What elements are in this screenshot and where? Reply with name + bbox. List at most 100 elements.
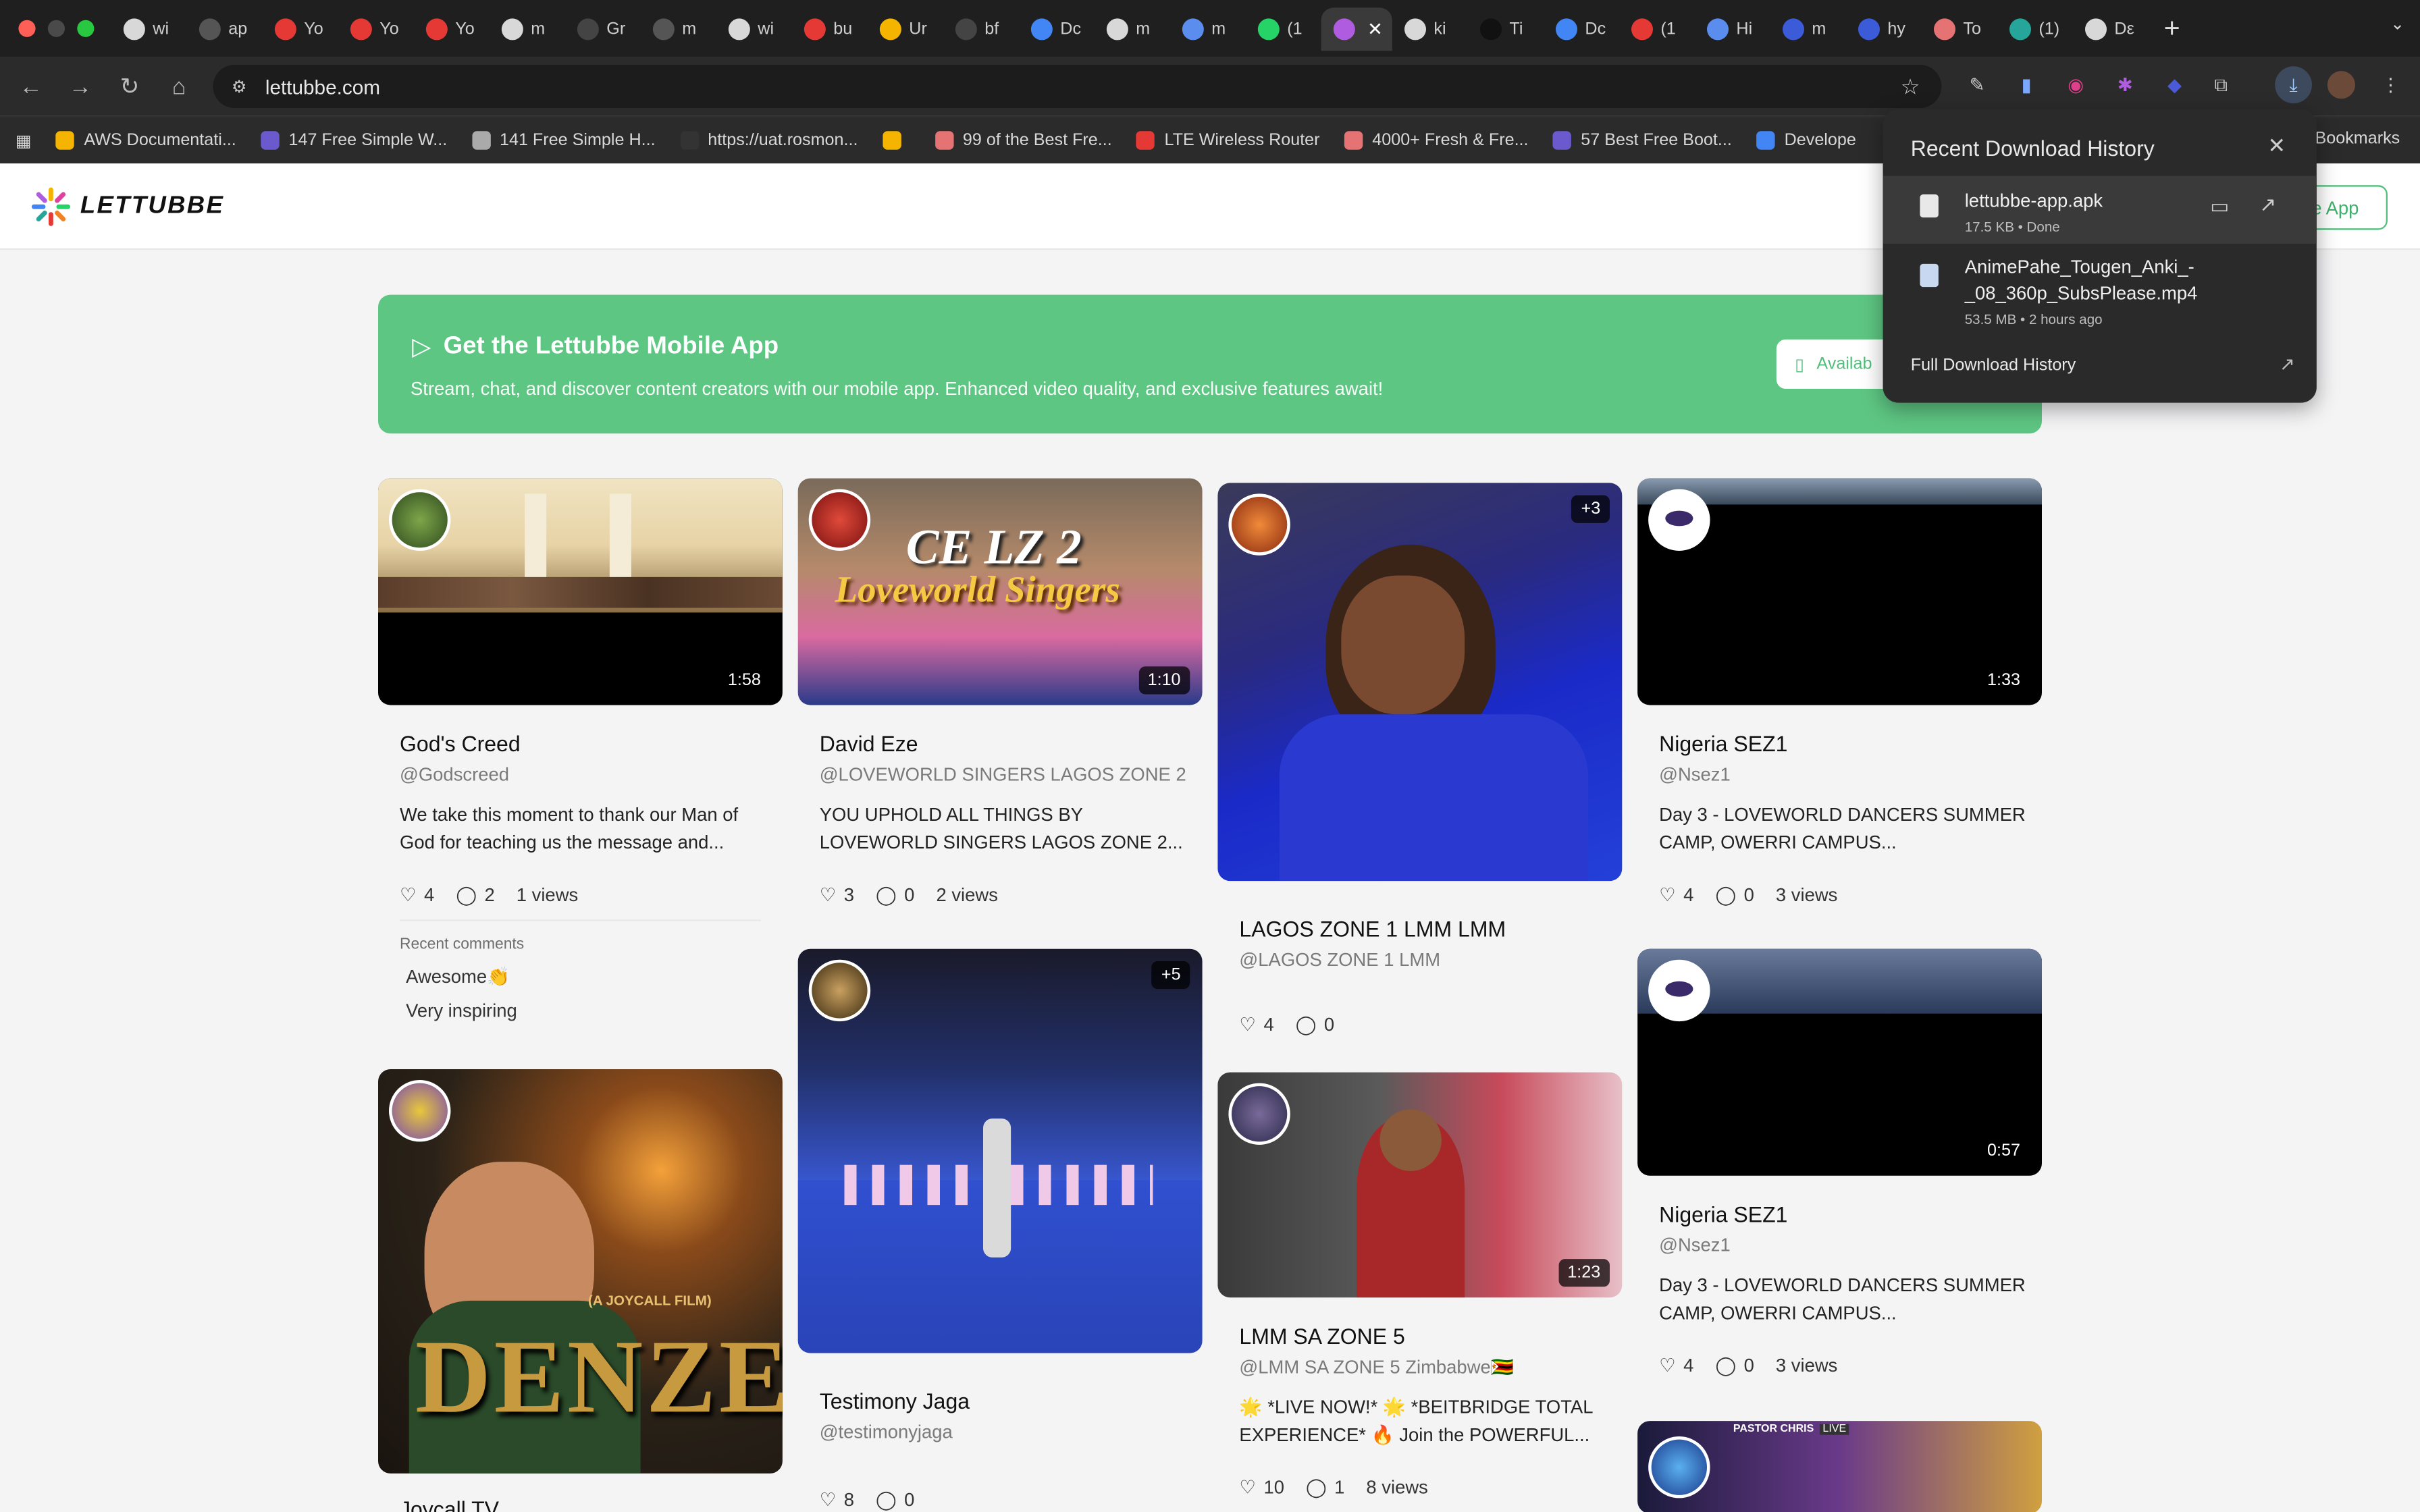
extensions-puzzle-icon[interactable]: ⧉ [2207, 71, 2235, 99]
close-tab-icon[interactable]: ✕ [1367, 18, 1383, 39]
channel-handle[interactable]: @testimonyjaga [820, 1421, 970, 1442]
ublock-extension-icon[interactable]: ◉ [2062, 71, 2090, 99]
site-logo[interactable]: LETTUBBE [31, 187, 224, 227]
bookmark-item[interactable]: AWS Documentati... [44, 131, 248, 150]
available-button[interactable]: ▯ Availab [1776, 339, 1900, 389]
browser-tab[interactable]: Yo [338, 7, 414, 50]
bookmark-item[interactable]: 99 of the Best Fre... [923, 131, 1125, 150]
extension-icon[interactable]: ◆ [2161, 71, 2188, 99]
like-button[interactable]: ♡ 4 [1239, 1014, 1273, 1035]
like-button[interactable]: ♡ 10 [1239, 1476, 1284, 1498]
browser-tab[interactable]: Dc [1019, 7, 1095, 50]
video-thumbnail[interactable]: +3 [1217, 483, 1623, 882]
comment-button[interactable]: ◯ 0 [876, 884, 914, 906]
bookmark-item[interactable]: https://uat.rosmon... [668, 131, 870, 150]
minimize-window-button[interactable] [47, 20, 65, 37]
full-download-history-link[interactable]: Full Download History [1911, 356, 2076, 375]
browser-tab[interactable]: hy [1846, 7, 1922, 50]
browser-tab[interactable]: m [641, 7, 716, 50]
channel-avatar[interactable] [1228, 1083, 1290, 1145]
browser-tab[interactable]: ki [1392, 7, 1468, 50]
browser-tab[interactable]: ap [187, 7, 263, 50]
lettubbe-extension-icon[interactable]: ✱ [2111, 71, 2139, 99]
new-tab-button[interactable]: + [2164, 12, 2180, 45]
like-button[interactable]: ♡ 4 [1659, 1355, 1693, 1376]
video-title[interactable]: Nigeria SEZ1 [1659, 1202, 2030, 1227]
video-title[interactable]: God's Creed [400, 731, 770, 756]
open-external-icon[interactable]: ↗ [2280, 353, 2295, 375]
bookmark-star-icon[interactable]: ☆ [1901, 74, 1920, 100]
close-window-button[interactable] [18, 20, 36, 37]
forward-button[interactable]: → [55, 74, 105, 100]
channel-avatar[interactable] [1648, 489, 1710, 551]
back-button[interactable]: ← [6, 74, 55, 100]
browser-tab[interactable]: Dc [1544, 7, 1619, 50]
comment-button[interactable]: ◯ 0 [876, 1489, 914, 1511]
channel-avatar[interactable] [1648, 1436, 1710, 1498]
video-title[interactable]: Joycall TV [400, 1496, 499, 1512]
zoom-window-button[interactable] [77, 20, 95, 37]
browser-tab[interactable]: Yo [263, 7, 338, 50]
channel-avatar[interactable] [1648, 959, 1710, 1022]
like-button[interactable]: ♡ 4 [1659, 884, 1693, 906]
home-button[interactable]: ⌂ [155, 74, 204, 100]
channel-avatar[interactable] [389, 489, 451, 551]
tab-search-icon[interactable]: ⌄ [2390, 14, 2404, 34]
video-thumbnail[interactable]: 0:57 [1637, 948, 2043, 1176]
comment-button[interactable]: ◯ 2 [456, 884, 494, 906]
video-title[interactable]: Testimony Jaga [820, 1388, 970, 1413]
download-icon[interactable]: ⤓ [2275, 66, 2313, 104]
bookmark-item[interactable]: 141 Free Simple H... [460, 131, 668, 150]
like-button[interactable]: ♡ 8 [820, 1489, 854, 1511]
download-item[interactable]: lettubbe-app.apk 17.5 KB • Done ▭ ↗ [1883, 176, 2317, 244]
browser-tab[interactable]: Yo [414, 7, 490, 50]
browser-tab[interactable]: (1 [1246, 7, 1321, 50]
video-thumbnail[interactable]: 1:33 [1637, 478, 2043, 705]
channel-handle[interactable]: @Godscreed [400, 763, 770, 785]
profile-avatar[interactable] [2327, 71, 2356, 99]
video-thumbnail[interactable]: 1:23 [1217, 1072, 1623, 1298]
browser-tab[interactable]: wi [716, 7, 792, 50]
bookmark-item[interactable] [870, 131, 923, 150]
browser-tab[interactable]: Ur [868, 7, 943, 50]
like-button[interactable]: ♡ 4 [400, 884, 434, 906]
browser-tab[interactable]: Gr [565, 7, 641, 50]
video-title[interactable]: LAGOS ZONE 1 LMM LMM [1239, 917, 1506, 942]
browser-tab[interactable]: To [1922, 7, 1997, 50]
comment-button[interactable]: ◯ 0 [1296, 1014, 1334, 1035]
bookmark-item[interactable]: Develope [1744, 131, 1868, 150]
browser-tab[interactable]: bu [792, 7, 868, 50]
browser-tab[interactable]: m [1770, 7, 1846, 50]
browser-menu-icon[interactable]: ⋮ [2377, 71, 2404, 99]
comment-button[interactable]: ◯ 1 [1306, 1476, 1344, 1498]
browser-tab[interactable]: m [1170, 7, 1246, 50]
video-thumbnail[interactable]: +5 [797, 948, 1203, 1353]
browser-tab[interactable]: m [490, 7, 565, 50]
video-thumbnail[interactable]: PASTOR CHRIS LIVE [1637, 1421, 2043, 1512]
channel-avatar[interactable] [808, 959, 871, 1022]
browser-tab[interactable]: (1) [1997, 7, 2073, 50]
browser-tab[interactable]: Ti [1468, 7, 1544, 50]
channel-handle[interactable]: @LOVEWORLD SINGERS LAGOS ZONE 2 [820, 763, 1190, 785]
bookmark-item[interactable]: 147 Free Simple W... [248, 131, 460, 150]
browser-tab[interactable]: bf [943, 7, 1019, 50]
comment-button[interactable]: ◯ 0 [1715, 884, 1754, 906]
browser-tab[interactable]: Dε [2073, 7, 2149, 50]
channel-avatar[interactable] [808, 489, 871, 551]
browser-tab[interactable]: wi [111, 7, 187, 50]
browser-tab[interactable]: Hi [1695, 7, 1770, 50]
video-title[interactable]: David Eze [820, 731, 1190, 756]
close-icon[interactable]: ✕ [2267, 133, 2286, 159]
download-item[interactable]: AnimePahe_Tougen_Anki_- _08_360p_SubsPle… [1883, 248, 2317, 338]
site-info-icon[interactable]: ⚙ [232, 76, 247, 96]
channel-handle[interactable]: @Nsez1 [1659, 763, 2030, 785]
bookmark-item[interactable]: 4000+ Fresh & Fre... [1332, 131, 1541, 150]
browser-tab[interactable]: m [1095, 7, 1170, 50]
video-thumbnail[interactable]: CE LZ 2 Loveworld Singers 1:10 [797, 478, 1203, 705]
channel-avatar[interactable] [389, 1080, 451, 1142]
apps-grid-icon[interactable]: ▦ [0, 130, 44, 150]
channel-handle[interactable]: @Nsez1 [1659, 1235, 2030, 1256]
like-button[interactable]: ♡ 3 [820, 884, 854, 906]
channel-handle[interactable]: @LMM SA ZONE 5 Zimbabwe🇿🇼 [1239, 1356, 1610, 1378]
reload-button[interactable]: ↻ [105, 72, 154, 101]
